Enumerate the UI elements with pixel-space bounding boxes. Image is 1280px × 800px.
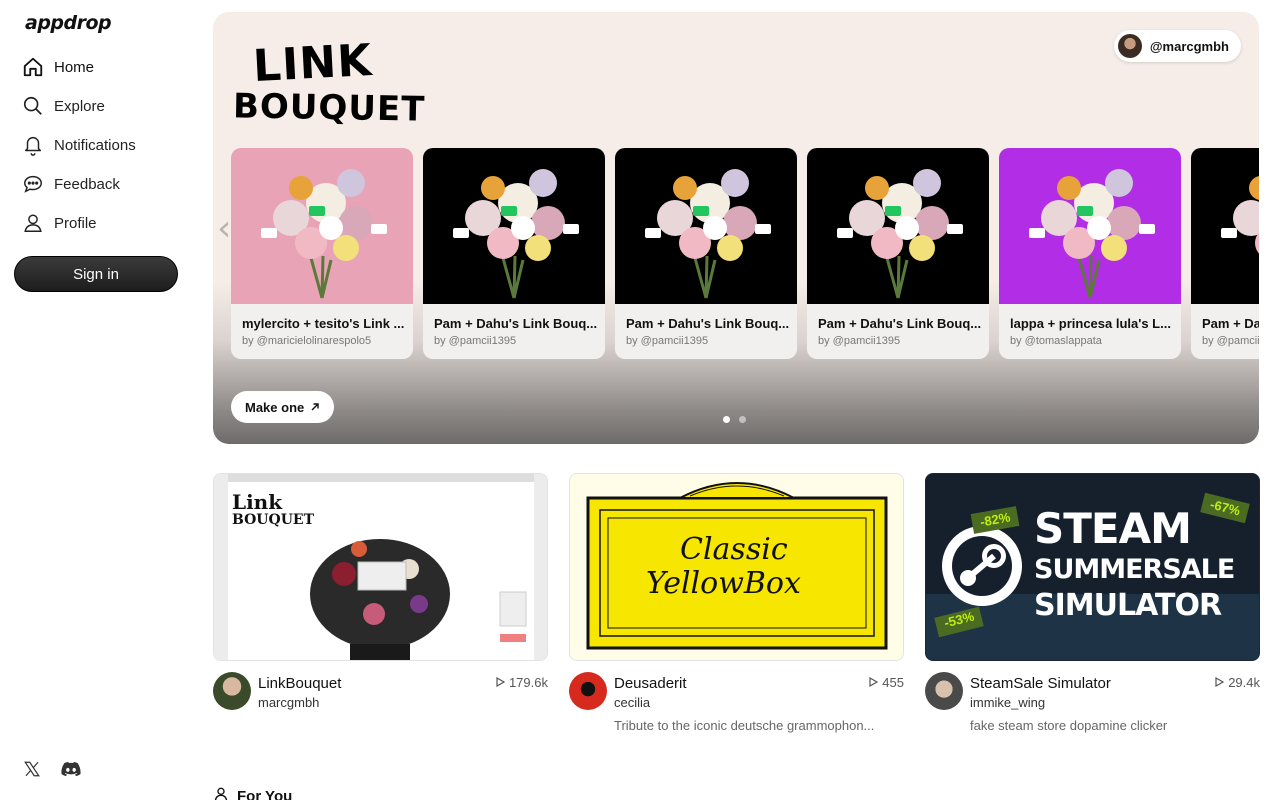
bouquet-author: by @pamcii1395 — [626, 335, 709, 347]
bouquet-title: Pam + Dahu's Link Bouq... — [626, 316, 790, 331]
pagination-dot[interactable] — [723, 416, 730, 423]
user-handle-pill[interactable]: @marcgmbh — [1113, 30, 1241, 62]
thumb-text: STEAM — [1034, 504, 1192, 553]
app-description: fake steam store dopamine clicker — [970, 718, 1168, 733]
thumb-text: YellowBox — [646, 566, 801, 601]
bouquet-carousel: mylercito + tesito's Link ... by @maricie… — [231, 148, 1259, 360]
app-name[interactable]: LinkBouquet — [258, 675, 341, 692]
app-thumbnail[interactable]: -82% -53% -67% STEAM SUMMERSALE SIMULATO… — [925, 473, 1260, 661]
x-logo-icon[interactable] — [22, 759, 42, 779]
thumb-text: Link — [232, 490, 283, 514]
sidebar-item-explore[interactable]: Explore — [22, 91, 105, 121]
app-author[interactable]: immike_wing — [970, 695, 1045, 710]
bouquet-image — [231, 148, 413, 304]
app-thumbnail[interactable]: Link BOUQUET — [213, 473, 548, 661]
section-for-you: For You — [213, 786, 292, 800]
sidebar-item-label: Home — [54, 58, 95, 76]
bouquet-author: by @tomaslappata — [1010, 335, 1102, 347]
pagination-dot[interactable] — [739, 416, 746, 423]
app-author[interactable]: cecilia — [614, 695, 650, 710]
avatar[interactable] — [213, 672, 251, 710]
carousel-pagination — [723, 416, 746, 423]
app-thumbnail[interactable]: Classic YellowBox — [569, 473, 904, 661]
app-description: Tribute to the iconic deutsche grammopho… — [614, 718, 875, 733]
bouquet-image — [423, 148, 605, 304]
play-icon — [496, 675, 506, 690]
bouquet-author: by @maricielolinarespolo5 — [242, 335, 372, 347]
sidebar-item-notifications[interactable]: Notifications — [22, 130, 136, 160]
thumb-text: SIMULATOR — [1034, 588, 1222, 623]
chat-bubble-icon — [22, 173, 44, 195]
bouquet-title: mylercito + tesito's Link ... — [242, 316, 405, 331]
bouquet-author: by @pamcii1395 — [1202, 335, 1259, 347]
thumb-text: SUMMERSALE — [1034, 554, 1235, 585]
app-name[interactable]: Deusaderit — [614, 675, 687, 692]
bouquet-card[interactable]: lappa + princesa lula's L... by @tomaslap… — [999, 148, 1181, 359]
bouquet-image — [807, 148, 989, 304]
thumb-text: BOUQUET — [232, 512, 314, 528]
home-icon — [22, 56, 44, 78]
make-one-button[interactable]: Make one — [231, 391, 335, 423]
play-count: 179.6k — [496, 675, 548, 690]
discord-icon[interactable] — [61, 759, 81, 779]
hero-banner: LINK BOUQUET @marcgmbh ‹ mylercito + tes… — [213, 12, 1259, 444]
bouquet-image — [1191, 148, 1259, 304]
bouquet-image — [999, 148, 1181, 304]
avatar[interactable] — [925, 672, 963, 710]
avatar[interactable] — [569, 672, 607, 710]
play-count: 455 — [869, 675, 904, 690]
bouquet-card[interactable]: Pam + Dahu's Link Bouq... by @pamcii1395 — [423, 148, 605, 359]
bouquet-title: Pam + Dahu's Link Bouq... — [818, 316, 982, 331]
bouquet-card[interactable]: Pam + Dahu's Link Bouq... by @pamcii1395 — [1191, 148, 1259, 359]
sidebar: appdrop Home Explore Notifications Feedb… — [0, 0, 200, 800]
arrow-up-right-icon — [310, 400, 320, 415]
user-handle: @marcgmbh — [1149, 38, 1229, 54]
bouquet-title: Pam + Dahu's Link Bouq... — [434, 316, 598, 331]
user-icon — [213, 786, 229, 800]
bouquet-author: by @pamcii1395 — [434, 335, 517, 347]
app-logo[interactable]: appdrop — [25, 12, 112, 34]
sign-in-button[interactable]: Sign in — [14, 256, 178, 292]
bouquet-image — [615, 148, 797, 304]
app-author[interactable]: marcgmbh — [258, 695, 319, 710]
bouquet-title: Pam + Dahu's Link Bouq... — [1202, 316, 1259, 331]
bouquet-card[interactable]: mylercito + tesito's Link ... by @maricie… — [231, 148, 413, 359]
sidebar-item-label: Notifications — [54, 136, 136, 154]
play-icon — [869, 675, 879, 690]
sidebar-item-label: Profile — [54, 214, 97, 232]
sidebar-item-feedback[interactable]: Feedback — [22, 169, 120, 199]
sidebar-item-label: Feedback — [54, 175, 120, 193]
search-icon — [22, 95, 44, 117]
section-title: For You — [237, 787, 293, 800]
link-bouquet-logo: LINK BOUQUET — [232, 34, 426, 130]
app-name[interactable]: SteamSale Simulator — [970, 675, 1111, 692]
bouquet-title: lappa + princesa lula's L... — [1010, 316, 1171, 331]
bell-icon — [22, 134, 44, 156]
bouquet-author: by @pamcii1395 — [818, 335, 901, 347]
sidebar-item-label: Explore — [54, 97, 105, 115]
bouquet-card[interactable]: Pam + Dahu's Link Bouq... by @pamcii1395 — [807, 148, 989, 359]
user-icon — [22, 212, 44, 234]
avatar — [1117, 34, 1142, 58]
play-count: 29.4k — [1215, 675, 1260, 690]
bouquet-card[interactable]: Pam + Dahu's Link Bouq... by @pamcii1395 — [615, 148, 797, 359]
sidebar-item-profile[interactable]: Profile — [22, 208, 97, 238]
thumb-text: Classic — [680, 532, 788, 567]
play-icon — [1215, 675, 1225, 690]
carousel-prev-icon[interactable]: ‹ — [217, 208, 231, 249]
sidebar-item-home[interactable]: Home — [22, 52, 94, 82]
